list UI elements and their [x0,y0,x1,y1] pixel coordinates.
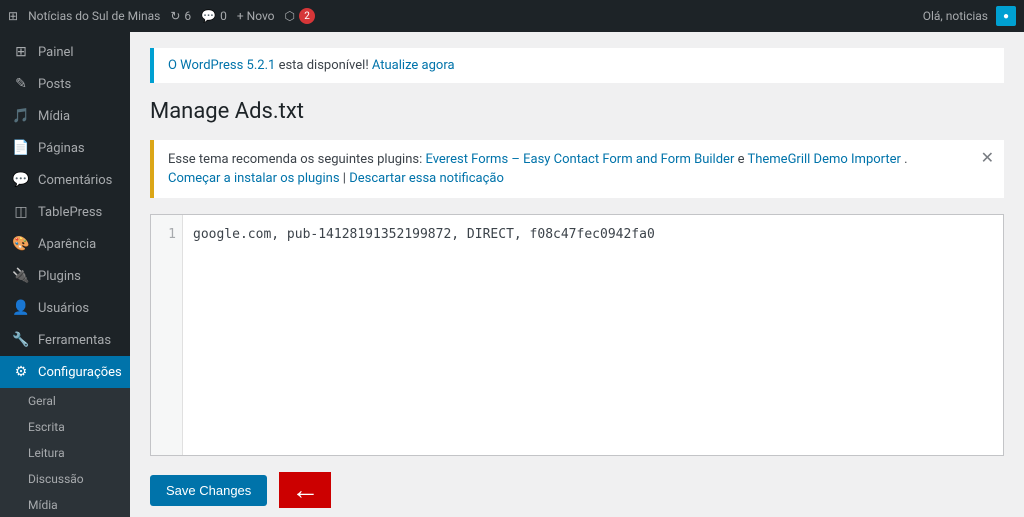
sidebar-item-posts[interactable]: ✎ Posts [0,68,130,100]
paginas-icon: 📄 [12,140,30,156]
sidebar-item-tablepress[interactable]: ◫ TablePress [0,196,130,228]
sidebar-label-midia: Mídia [38,109,70,124]
save-area: Save Changes ← [150,472,1004,508]
refresh-icon: ↻ [170,9,180,23]
sidebar-item-usuarios[interactable]: 👤 Usuários [0,292,130,324]
topbar: ⊞ Notícias do Sul de Minas ↻ 6 💬 0 + Nov… [0,0,1024,32]
plugin1-link[interactable]: Everest Forms – Easy Contact Form and Fo… [425,152,734,167]
wp-update-notice: O WordPress 5.2.1 esta disponível! Atual… [150,48,1004,83]
posts-icon: ✎ [12,76,30,92]
wp-update-now-link[interactable]: Atualize agora [372,58,455,73]
wp-logo[interactable]: ⊞ [8,9,18,23]
sidebar: ⊞ Painel ✎ Posts 🎵 Mídia 📄 Páginas 💬 Com… [0,32,130,517]
plugin-item[interactable]: ⬡ 2 [285,8,315,24]
line-number-1: 1 [157,223,176,246]
sidebar-subitem-leitura[interactable]: Leitura [0,440,130,466]
comments-count: 0 [220,9,227,23]
sidebar-label-comentarios: Comentários [38,173,112,188]
ads-editor: 1 google.com, pub-14128191352199872, DIR… [151,215,1003,455]
ferramentas-icon: 🔧 [12,332,30,348]
line-numbers: 1 [151,215,183,455]
plugin-text-end: . [904,152,907,167]
usuarios-icon: 👤 [12,300,30,316]
sidebar-label-plugins: Plugins [38,269,81,284]
wp-update-text: esta disponível! [279,58,372,73]
sidebar-label-configuracoes: Configurações [38,365,122,380]
sidebar-item-paginas[interactable]: 📄 Páginas [0,132,130,164]
comentarios-icon: 💬 [12,172,30,188]
sidebar-item-aparencia[interactable]: 🎨 Aparência [0,228,130,260]
arrow-indicator: ← [279,472,331,508]
new-item[interactable]: + Novo [237,9,275,23]
aparencia-icon: 🎨 [12,236,30,252]
sidebar-label-tablepress: TablePress [38,205,102,220]
plugin-notice-text: Esse tema recomenda os seguintes plugins… [168,152,425,167]
dismiss-notice-link[interactable]: Descartar essa notificação [349,171,504,186]
sidebar-label-posts: Posts [38,77,71,92]
sidebar-label-ferramentas: Ferramentas [38,333,111,348]
install-plugins-link[interactable]: Começar a instalar os plugins [168,171,340,186]
midia-icon: 🎵 [12,108,30,124]
updates-count: 6 [184,9,191,23]
user-greeting: Olá, noticias [923,9,988,23]
topbar-left: ⊞ Notícias do Sul de Minas ↻ 6 💬 0 + Nov… [8,8,911,24]
topbar-right: Olá, noticias ● [923,6,1016,26]
painel-icon: ⊞ [12,44,30,60]
sidebar-subitem-discussao[interactable]: Discussão [0,466,130,492]
sidebar-subitem-geral[interactable]: Geral [0,388,130,414]
sidebar-item-painel[interactable]: ⊞ Painel [0,36,130,68]
plugin2-link[interactable]: ThemeGrill Demo Importer [747,152,900,167]
sidebar-item-ferramentas[interactable]: 🔧 Ferramentas [0,324,130,356]
sidebar-subitem-midia[interactable]: Mídia [0,492,130,517]
plugin-notice-close[interactable]: ✕ [981,150,994,166]
configuracoes-icon: ⚙ [12,364,30,380]
updates-item[interactable]: ↻ 6 [170,9,191,23]
notifications-badge: 2 [299,8,315,24]
plugin-icon: ⬡ [285,9,295,23]
sidebar-submenu-configuracoes: Geral Escrita Leitura Discussão Mídia Li… [0,388,130,517]
sidebar-item-comentarios[interactable]: 💬 Comentários [0,164,130,196]
main-layout: ⊞ Painel ✎ Posts 🎵 Mídia 📄 Páginas 💬 Com… [0,32,1024,517]
comments-item[interactable]: 💬 0 [201,9,227,23]
sidebar-label-painel: Painel [38,45,74,60]
editor-content[interactable]: google.com, pub-14128191352199872, DIREC… [183,215,1003,455]
save-changes-button[interactable]: Save Changes [150,475,267,506]
plugins-icon: 🔌 [12,268,30,284]
sidebar-item-configuracoes[interactable]: ⚙ Configurações [0,356,130,388]
plugin-notice-links: Começar a instalar os plugins | Descarta… [168,171,990,186]
sidebar-label-aparencia: Aparência [38,237,96,252]
plugin-notice: Esse tema recomenda os seguintes plugins… [150,140,1004,198]
wp-update-link[interactable]: O WordPress 5.2.1 [168,58,275,73]
user-button[interactable]: ● [996,6,1016,26]
page-title: Manage Ads.txt [150,99,1004,124]
sidebar-label-usuarios: Usuários [38,301,89,316]
plugin-connector: e [738,152,748,167]
site-name[interactable]: Notícias do Sul de Minas [28,9,160,23]
tablepress-icon: ◫ [12,204,30,220]
sidebar-label-paginas: Páginas [38,141,85,156]
sidebar-item-plugins[interactable]: 🔌 Plugins [0,260,130,292]
comment-icon: 💬 [201,9,216,23]
main-content: O WordPress 5.2.1 esta disponível! Atual… [130,32,1024,517]
sidebar-item-midia[interactable]: 🎵 Mídia [0,100,130,132]
sidebar-subitem-escrita[interactable]: Escrita [0,414,130,440]
ads-editor-wrap: 1 google.com, pub-14128191352199872, DIR… [150,214,1004,456]
